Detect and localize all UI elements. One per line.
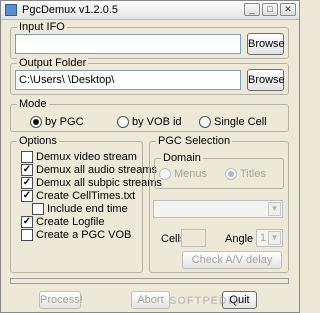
domain-menus-radio[interactable]	[159, 168, 171, 180]
domain-label: Domain	[161, 152, 203, 165]
input-ifo-browse-button[interactable]: Browse	[247, 33, 285, 55]
create-logfile-label: Create Logfile	[36, 216, 105, 228]
progress-bar	[10, 278, 289, 284]
abort-button[interactable]: Abort	[131, 291, 170, 309]
close-button[interactable]: ✕	[280, 3, 296, 16]
demux-audio-checkbox[interactable]: ✓	[21, 164, 33, 176]
maximize-button[interactable]: □	[262, 3, 278, 16]
demux-audio-label: Demux all audio streams	[36, 164, 158, 176]
input-ifo-label: Input IFO	[17, 21, 67, 34]
domain-titles-label: Titles	[240, 168, 266, 180]
output-folder-browse-button[interactable]: Browse	[247, 69, 285, 91]
include-end-time-label: Include end time	[47, 203, 128, 215]
chevron-down-icon: ▼	[268, 231, 281, 245]
demux-subpic-checkbox[interactable]: ✓	[21, 177, 33, 189]
chevron-down-icon: ▼	[268, 202, 281, 216]
watermark: SOFTPEDIA	[169, 295, 241, 307]
mode-single-cell-radio[interactable]	[199, 116, 211, 128]
mode-single-cell-label: Single Cell	[214, 116, 267, 128]
title-bar[interactable]: PgcDemux v1.2.0.5 _ □ ✕	[1, 1, 299, 20]
angle-label: Angle	[225, 233, 254, 245]
options-label: Options	[17, 135, 59, 148]
output-folder-label: Output Folder	[17, 57, 89, 70]
mode-by-pgc-radio[interactable]	[30, 116, 42, 128]
demux-subpic-label: Demux all subpic streams	[36, 177, 162, 189]
angle-value: 1	[260, 232, 267, 244]
demux-video-checkbox[interactable]	[21, 151, 33, 163]
minimize-button[interactable]: _	[244, 3, 260, 16]
app-window: PgcDemux v1.2.0.5 _ □ ✕ Input IFO Browse…	[0, 0, 300, 313]
mode-by-vob-id-radio[interactable]	[117, 116, 129, 128]
output-folder-field[interactable]: C:\Users\ \Desktop\	[15, 70, 241, 90]
create-pgc-vob-checkbox[interactable]	[21, 229, 33, 241]
cells-field[interactable]	[181, 229, 206, 247]
angle-dropdown[interactable]: 1 ▼	[256, 229, 283, 247]
input-ifo-field[interactable]	[15, 34, 241, 54]
process-button[interactable]: Process!	[39, 291, 83, 309]
create-logfile-checkbox[interactable]: ✓	[21, 216, 33, 228]
pgc-select-dropdown[interactable]: ▼	[153, 200, 283, 218]
window-title: PgcDemux v1.2.0.5	[22, 4, 118, 16]
create-pgc-vob-label: Create a PGC VOB	[36, 229, 132, 241]
create-celltimes-checkbox[interactable]: ✓	[21, 190, 33, 202]
mode-by-pgc-label: by PGC	[45, 116, 84, 128]
domain-titles-radio[interactable]	[225, 168, 237, 180]
mode-by-vob-id-label: by VOB id	[132, 116, 182, 128]
include-end-time-checkbox[interactable]	[32, 203, 44, 215]
app-icon	[5, 4, 17, 16]
check-av-delay-button[interactable]: Check A/V delay	[182, 251, 282, 269]
domain-menus-label: Menus	[174, 168, 208, 180]
mode-label: Mode	[17, 98, 49, 111]
demux-video-label: Demux video stream	[36, 151, 137, 163]
pgc-selection-label: PGC Selection	[156, 135, 233, 148]
create-celltimes-label: Create CellTimes.txt	[36, 190, 136, 202]
